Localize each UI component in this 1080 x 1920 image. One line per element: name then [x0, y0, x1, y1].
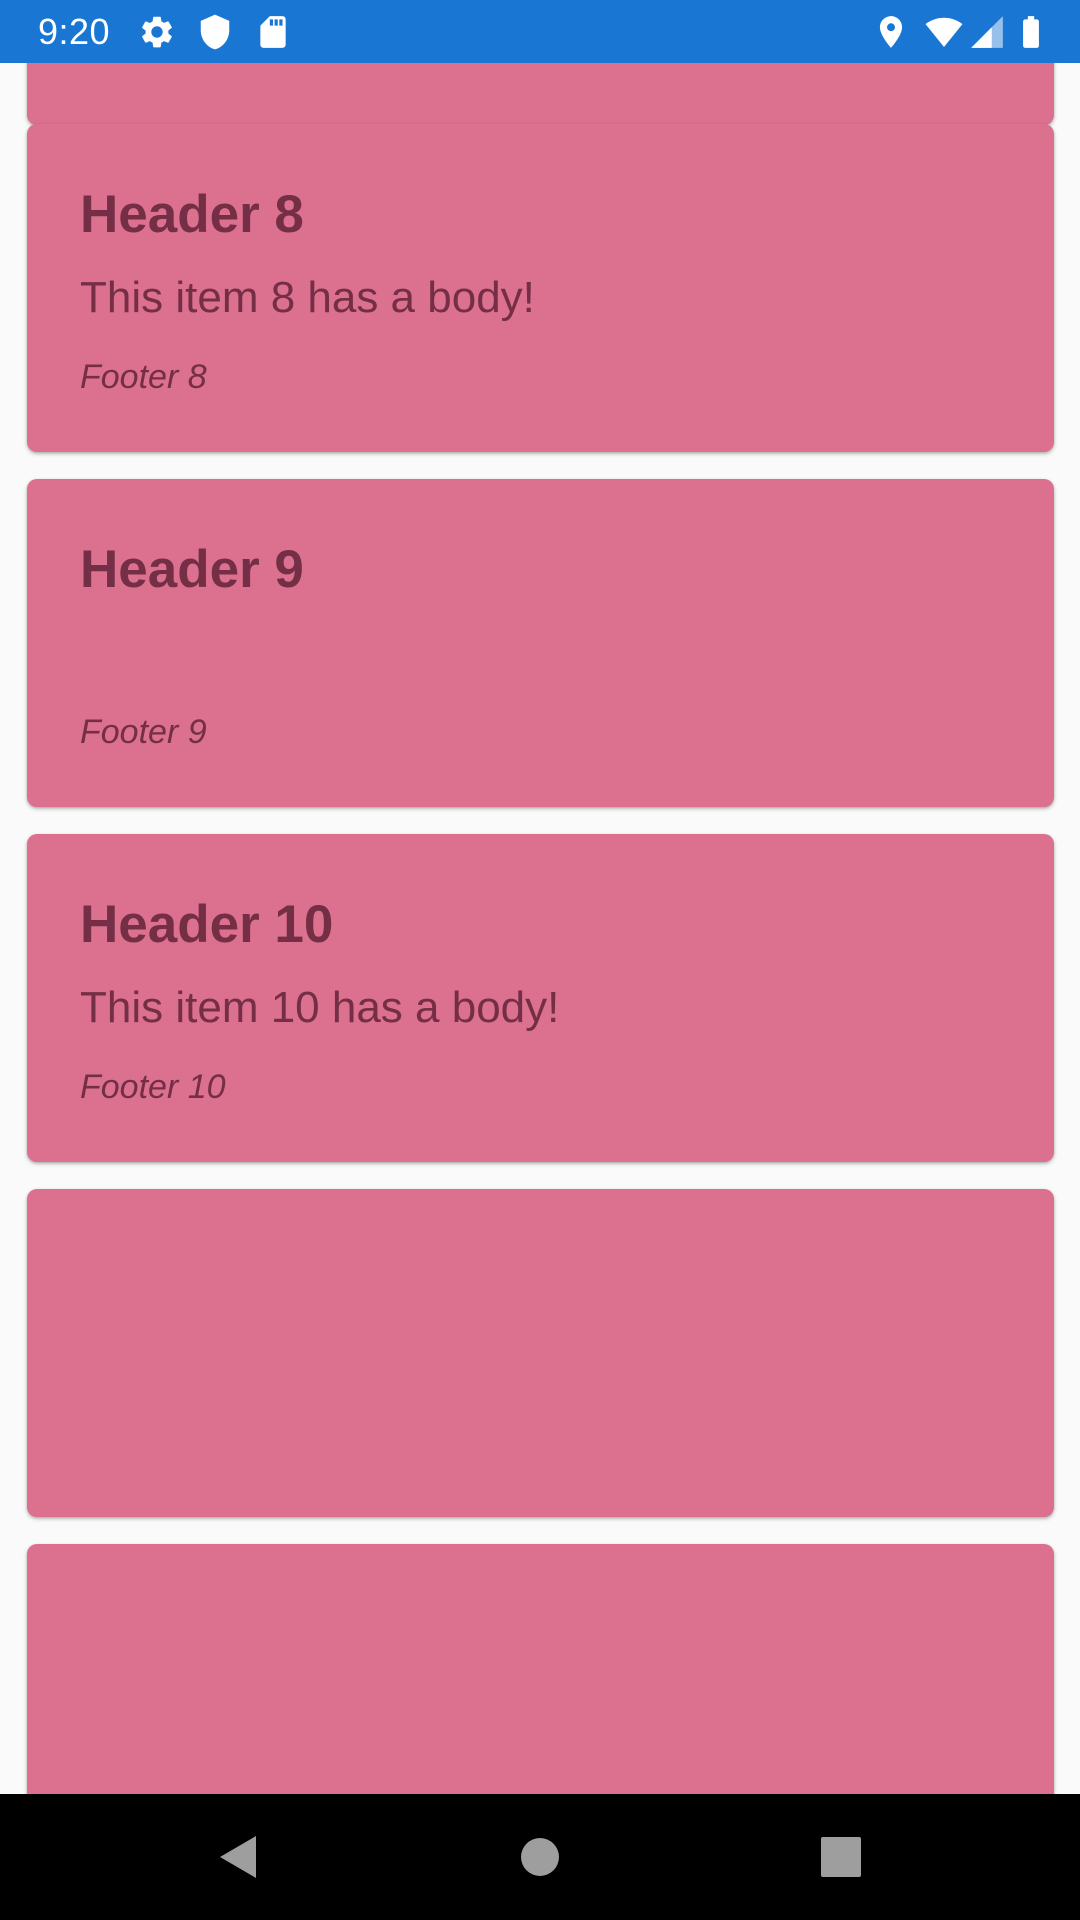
recents-icon[interactable]	[816, 1832, 866, 1882]
gear-icon	[138, 13, 176, 51]
card-item-10[interactable]: Header 10 This item 10 has a body! Foote…	[27, 834, 1054, 1162]
card-item-11[interactable]	[27, 1189, 1054, 1517]
sd-card-icon	[254, 13, 292, 51]
card-item-9[interactable]: Header 9 Footer 9	[27, 479, 1054, 807]
card-footer: Footer 8	[80, 358, 207, 396]
back-icon[interactable]	[214, 1832, 264, 1882]
home-icon[interactable]	[515, 1832, 565, 1882]
card-item-8[interactable]: Header 8 This item 8 has a body! Footer …	[27, 124, 1054, 452]
card-header: Header 10	[80, 895, 334, 954]
card-footer: Footer 10	[80, 1068, 226, 1106]
card-footer: Footer 9	[80, 713, 207, 751]
card-body: This item 10 has a body!	[80, 983, 560, 1032]
card-header: Header 8	[80, 185, 304, 244]
card-body: This item 8 has a body!	[80, 273, 535, 322]
location-icon	[872, 13, 910, 51]
navigation-bar	[0, 1794, 1080, 1920]
battery-icon	[1012, 13, 1050, 51]
card-header: Header 9	[80, 540, 304, 599]
card-item-7[interactable]	[27, 63, 1054, 125]
card-list[interactable]: Header 8 This item 8 has a body! Footer …	[0, 63, 1080, 1794]
wifi-icon	[922, 13, 966, 51]
card-item-12[interactable]	[27, 1544, 1054, 1794]
status-bar: 9:20	[0, 0, 1080, 63]
signal-icon	[968, 13, 1006, 51]
status-time: 9:20	[38, 11, 111, 52]
shield-icon	[196, 13, 234, 51]
